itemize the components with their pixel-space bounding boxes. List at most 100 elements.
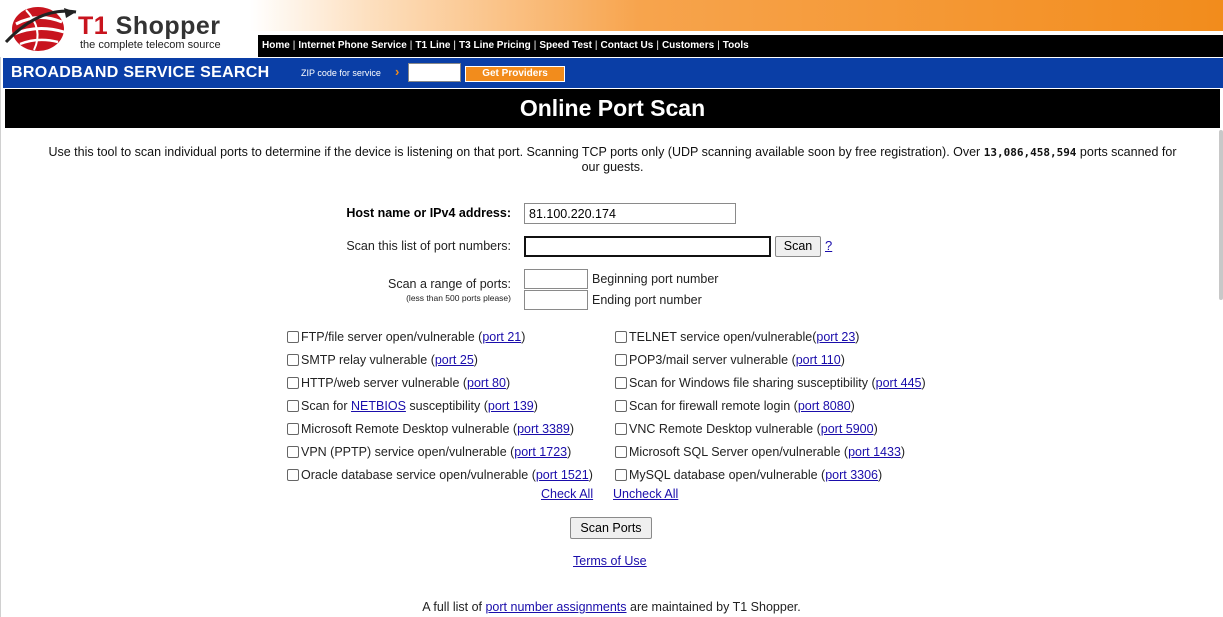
check-mysql[interactable]: MySQL database open/vulnerable (port 330… xyxy=(615,467,882,483)
check-text: SMTP relay vulnerable ( xyxy=(301,353,435,367)
port-link[interactable]: port 3306 xyxy=(825,468,878,482)
port-link[interactable]: port 21 xyxy=(482,330,521,344)
nav-separator: | xyxy=(292,40,296,51)
port-link[interactable]: port 5900 xyxy=(821,422,874,436)
brand-name[interactable]: T1 Shopper xyxy=(78,12,221,41)
terms-of-use-link[interactable]: Terms of Use xyxy=(573,554,647,568)
nav-speed-test[interactable]: Speed Test xyxy=(539,40,592,51)
check-text: VPN (PPTP) service open/vulnerable ( xyxy=(301,445,515,459)
host-input[interactable] xyxy=(524,203,736,224)
port-link[interactable]: port 23 xyxy=(816,330,855,344)
check-post: ) xyxy=(855,330,860,344)
check-post: ) xyxy=(569,422,575,436)
nav-separator: | xyxy=(656,40,659,51)
uncheck-all-link[interactable]: Uncheck All xyxy=(613,487,678,501)
check-text: susceptibility ( xyxy=(405,399,488,413)
checkbox[interactable] xyxy=(287,423,299,435)
check-post: ) xyxy=(840,353,845,367)
check-netbios[interactable]: Scan for NETBIOS susceptibility (port 13… xyxy=(287,398,538,414)
zip-label: ZIP code for service xyxy=(301,68,381,78)
check-all-link[interactable]: Check All xyxy=(541,487,593,501)
check-post: ) xyxy=(921,376,926,390)
check-text: Microsoft Remote Desktop vulnerable ( xyxy=(301,422,518,436)
port-assignments-link[interactable]: port number assignments xyxy=(485,600,626,614)
checkbox[interactable] xyxy=(287,469,299,481)
check-vpn[interactable]: VPN (PPTP) service open/vulnerable (port… xyxy=(287,444,571,460)
scrollbar-thumb[interactable] xyxy=(1219,130,1223,300)
check-post: ) xyxy=(588,468,593,482)
checkbox[interactable] xyxy=(287,331,299,343)
checkbox[interactable] xyxy=(615,331,627,343)
check-text: Oracle database service open/vulnerable … xyxy=(301,468,536,482)
checkbox[interactable] xyxy=(615,469,627,481)
check-http[interactable]: HTTP/web server vulnerable (port 80) xyxy=(287,375,510,391)
check-ftp[interactable]: FTP/file server open/vulnerable (port 21… xyxy=(287,329,525,345)
end-port-input[interactable] xyxy=(524,290,588,310)
range-label: Scan a range of ports: xyxy=(388,277,511,291)
check-text: FTP/file server open/vulnerable ( xyxy=(301,330,483,344)
checkbox[interactable] xyxy=(287,446,299,458)
port-link[interactable]: port 1521 xyxy=(536,468,589,482)
checkbox[interactable] xyxy=(615,400,627,412)
nav-separator: | xyxy=(594,40,598,51)
nav-tools[interactable]: Tools xyxy=(723,40,749,51)
port-link[interactable]: port 8080 xyxy=(798,399,851,413)
host-label: Host name or IPv4 address: xyxy=(346,206,511,220)
arrow-right-icon: › xyxy=(395,64,400,79)
broadband-title: BROADBAND SERVICE SEARCH xyxy=(11,64,270,81)
netbios-link[interactable]: NETBIOS xyxy=(351,399,406,413)
checkbox[interactable] xyxy=(615,423,627,435)
check-firewall[interactable]: Scan for firewall remote login (port 808… xyxy=(615,398,855,414)
globe-logo-icon[interactable] xyxy=(4,2,78,54)
nav-contact-us[interactable]: Contact Us xyxy=(601,40,654,51)
footer-text: A full list of port number assignments a… xyxy=(0,600,1223,614)
checkbox[interactable] xyxy=(615,354,627,366)
footer-before: A full list of xyxy=(422,600,486,614)
port-link[interactable]: port 1433 xyxy=(848,445,901,459)
port-link[interactable]: port 110 xyxy=(796,353,841,367)
scan-button[interactable]: Scan xyxy=(775,236,821,257)
check-windows-sharing[interactable]: Scan for Windows file sharing susceptibi… xyxy=(615,375,926,391)
check-post: ) xyxy=(505,376,511,390)
port-link[interactable]: port 1723 xyxy=(514,445,567,459)
nav-separator: | xyxy=(409,40,413,51)
scan-ports-button[interactable]: Scan Ports xyxy=(570,517,652,539)
checkbox[interactable] xyxy=(615,377,627,389)
port-link[interactable]: port 139 xyxy=(488,399,534,413)
check-smtp[interactable]: SMTP relay vulnerable (port 25) xyxy=(287,352,478,368)
top-navigation: Home | Internet Phone Service | T1 Line | T3 L… xyxy=(258,35,1223,57)
nav-t3-line-pricing[interactable]: T3 Line Pricing xyxy=(459,40,531,51)
nav-home[interactable]: Home xyxy=(262,40,290,51)
check-text: MySQL database open/vulnerable ( xyxy=(629,468,826,482)
check-post: ) xyxy=(900,445,906,459)
intro-text: Use this tool to scan individual ports t… xyxy=(40,145,1185,175)
checkbox[interactable] xyxy=(287,377,299,389)
port-link[interactable]: port 25 xyxy=(435,353,474,367)
broadband-search-bar: BROADBAND SERVICE SEARCH ZIP code for se… xyxy=(3,58,1223,88)
zip-input[interactable] xyxy=(408,63,461,82)
check-pop3[interactable]: POP3/mail server vulnerable (port 110) xyxy=(615,352,845,368)
port-link[interactable]: port 445 xyxy=(876,376,922,390)
check-telnet[interactable]: TELNET service open/vulnerable(port 23) xyxy=(615,329,859,345)
intro-text-before: Use this tool to scan individual ports t… xyxy=(48,145,981,159)
get-providers-button[interactable]: Get Providers xyxy=(465,66,565,82)
check-oracle[interactable]: Oracle database service open/vulnerable … xyxy=(287,467,593,483)
nav-t1-line[interactable]: T1 Line xyxy=(415,40,450,51)
brand-name-shopper: Shopper xyxy=(115,12,221,40)
begin-port-input[interactable] xyxy=(524,269,588,289)
check-mssql[interactable]: Microsoft SQL Server open/vulnerable (po… xyxy=(615,444,905,460)
check-post: ) xyxy=(567,445,572,459)
checkbox[interactable] xyxy=(287,400,299,412)
check-rdp[interactable]: Microsoft Remote Desktop vulnerable (por… xyxy=(287,421,574,437)
checkbox[interactable] xyxy=(287,354,299,366)
site-header: T1 Shopper the complete telecom source H… xyxy=(0,0,1223,57)
port-link[interactable]: port 80 xyxy=(467,376,506,390)
port-link[interactable]: port 3389 xyxy=(517,422,570,436)
port-list-input[interactable] xyxy=(524,236,771,257)
nav-customers[interactable]: Customers xyxy=(662,40,714,51)
check-vnc[interactable]: VNC Remote Desktop vulnerable (port 5900… xyxy=(615,421,878,437)
nav-internet-phone-service[interactable]: Internet Phone Service xyxy=(298,40,406,51)
checkbox[interactable] xyxy=(615,446,627,458)
check-post: ) xyxy=(533,399,538,413)
help-link[interactable]: ? xyxy=(825,238,832,253)
